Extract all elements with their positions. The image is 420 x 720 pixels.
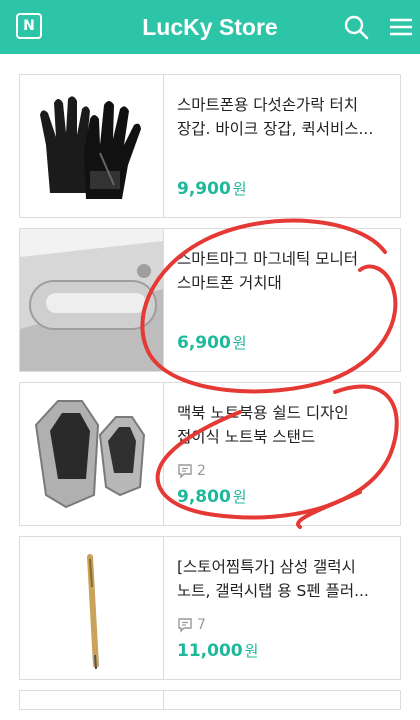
product-card[interactable]: 스마트폰용 다섯손가락 터치 장갑. 바이크 장갑, 퀵서비스... 9,900… (19, 74, 401, 218)
product-thumbnail[interactable] (20, 383, 164, 525)
product-thumbnail[interactable] (20, 229, 164, 371)
product-title[interactable]: 스마트마그 마그네틱 모니터 스마트폰 거치대 (177, 247, 391, 295)
product-title[interactable]: 스마트폰용 다섯손가락 터치 장갑. 바이크 장갑, 퀵서비스... (177, 93, 391, 141)
product-card[interactable]: 맥북 노트북용 쉴드 디자인 접이식 노트북 스탠드 2 9,800 원 (19, 382, 401, 526)
app-header: N LucKy Store (0, 0, 420, 54)
product-price: 11,000 원 (177, 641, 259, 661)
touch-gloves-image (20, 75, 163, 217)
product-thumbnail[interactable] (20, 537, 164, 679)
search-icon[interactable] (343, 14, 369, 40)
magnetic-stand-image (20, 229, 163, 371)
product-card[interactable]: 스마트마그 마그네틱 모니터 스마트폰 거치대 6,900 원 (19, 228, 401, 372)
comment-icon (178, 464, 192, 479)
laptop-stand-image (20, 383, 163, 525)
product-thumbnail[interactable] (20, 75, 164, 217)
product-price: 9,800 원 (177, 487, 247, 507)
comment-count: 2 (177, 463, 206, 479)
product-price: 6,900 원 (177, 333, 247, 353)
product-card[interactable] (19, 690, 401, 710)
product-thumbnail[interactable] (20, 691, 164, 709)
menu-icon[interactable] (388, 14, 414, 40)
product-price: 9,900 원 (177, 179, 247, 199)
product-list: 스마트폰용 다섯손가락 터치 장갑. 바이크 장갑, 퀵서비스... 9,900… (19, 74, 401, 720)
product-title[interactable]: [스토어찜특가] 삼성 갤럭시 노트, 갤럭시탭 용 S펜 플러... (177, 555, 391, 603)
stylus-pen-image (20, 537, 163, 679)
product-title[interactable]: 맥북 노트북용 쉴드 디자인 접이식 노트북 스탠드 (177, 401, 391, 449)
product-card[interactable]: [스토어찜특가] 삼성 갤럭시 노트, 갤럭시탭 용 S펜 플러... 7 11… (19, 536, 401, 680)
comment-icon (178, 618, 192, 633)
comment-count: 7 (177, 617, 206, 633)
